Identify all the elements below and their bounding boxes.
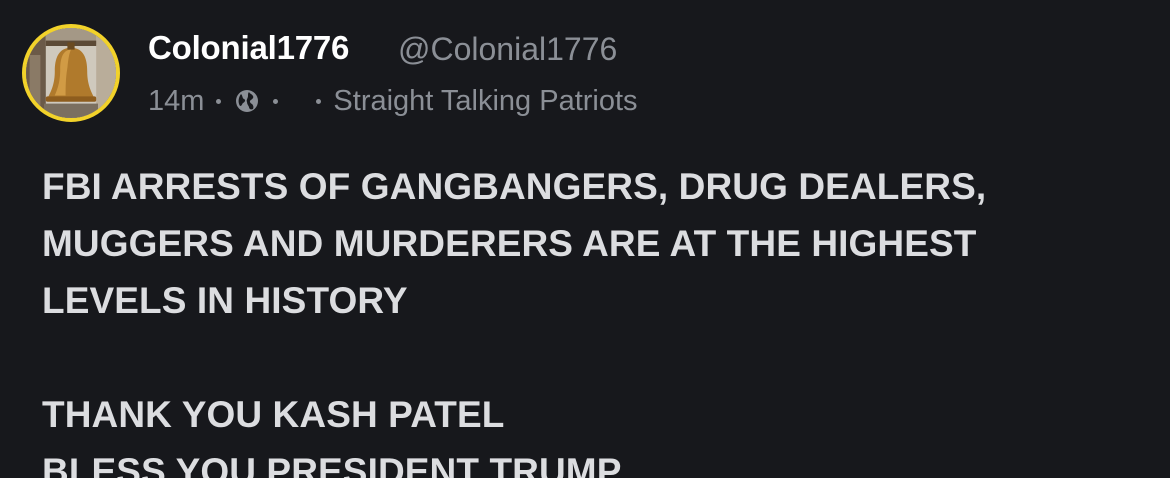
separator-dot — [273, 98, 279, 104]
liberty-bell-icon — [26, 28, 116, 118]
post-card: Colonial1776 @Colonial1776 14m Straight … — [0, 0, 1170, 478]
post-timestamp[interactable]: 14m — [148, 85, 204, 118]
post-body-line: THANK YOU KASH PATEL — [42, 394, 505, 435]
author-handle[interactable]: @Colonial1776 — [398, 31, 617, 68]
post-body: FBI ARRESTS OF GANGBANGERS, DRUG DEALERS… — [42, 158, 1152, 478]
avatar[interactable] — [22, 24, 120, 122]
community-link[interactable]: Straight Talking Patriots — [333, 85, 637, 118]
post-body-line: MUGGERS AND MURDERERS ARE AT THE HIGHEST — [42, 223, 977, 264]
post-body-line: BLESS YOU PRESIDENT TRUMP — [42, 451, 622, 478]
paragraph-break — [42, 329, 1152, 386]
post-meta: 14m Straight Talking Patriots — [148, 82, 638, 120]
post-body-line: LEVELS IN HISTORY — [42, 280, 408, 321]
post-body-line: FBI ARRESTS OF GANGBANGERS, DRUG DEALERS… — [42, 166, 987, 207]
globe-icon — [233, 87, 261, 115]
separator-dot — [216, 98, 222, 104]
author-display-name[interactable]: Colonial1776 — [148, 29, 349, 67]
separator-dot — [316, 98, 322, 104]
